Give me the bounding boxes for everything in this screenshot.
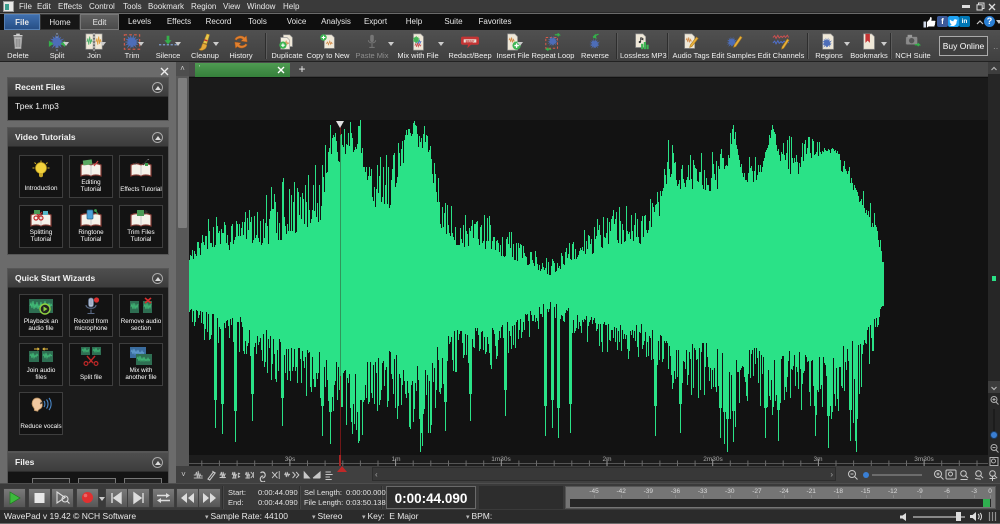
svg-text:2m30s: 2m30s bbox=[703, 456, 723, 463]
svg-text:1m: 1m bbox=[391, 456, 400, 463]
svg-text:30s: 30s bbox=[285, 456, 296, 463]
svg-text:2m: 2m bbox=[602, 456, 611, 463]
svg-text:3m30s: 3m30s bbox=[914, 456, 934, 463]
svg-text:BEEP: BEEP bbox=[466, 39, 476, 43]
svg-text:3m: 3m bbox=[813, 456, 822, 463]
svg-text:1m30s: 1m30s bbox=[491, 456, 511, 463]
